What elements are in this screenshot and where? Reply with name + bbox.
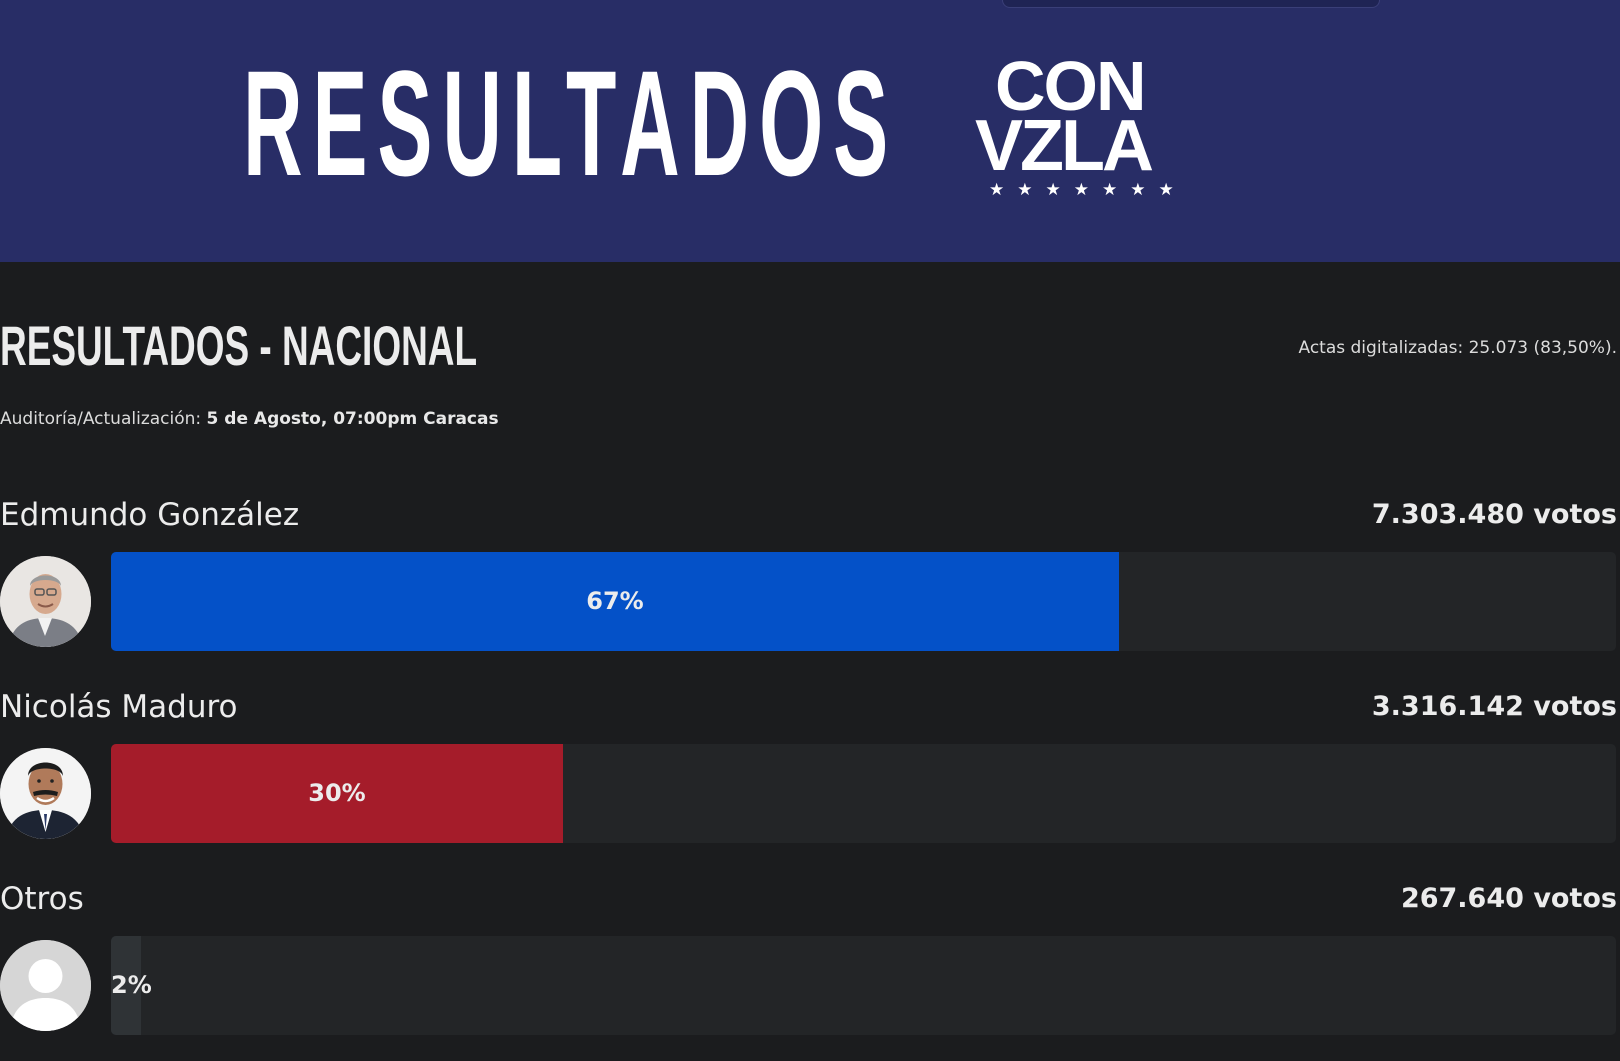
vote-bar-track: 30% xyxy=(111,744,1616,843)
vote-percent-label: 67% xyxy=(586,587,644,615)
con-vzla-logo: CON VZLA ★★★★★★★ xyxy=(975,51,1205,212)
logo-stars-icon: ★★★★★★★ xyxy=(989,180,1187,200)
default-user-icon xyxy=(0,940,91,1031)
candidate-votes: 3.316.142 votos xyxy=(1371,691,1617,722)
candidate-row: Nicolás Maduro 3.316.142 votos 30% xyxy=(0,689,1620,869)
vote-percent-label: 2% xyxy=(111,971,152,999)
banner-top-tab xyxy=(1002,0,1380,8)
audit-label: Auditoría/Actualización: xyxy=(0,409,207,429)
candidate-name: Nicolás Maduro xyxy=(0,689,238,725)
candidate-votes: 267.640 votos xyxy=(1400,883,1617,914)
candidate-photo-icon xyxy=(0,748,91,839)
candidate-name: Edmundo González xyxy=(0,497,300,533)
audit-value: 5 de Agosto, 07:00pm Caracas xyxy=(206,409,499,429)
candidate-avatar xyxy=(0,556,91,647)
candidate-name: Otros xyxy=(0,881,84,917)
vote-percent-label: 30% xyxy=(308,779,366,807)
logo-text-vzla: VZLA xyxy=(975,106,1154,186)
header-banner: RESULTADOS CON VZLA ★★★★★★★ xyxy=(0,0,1620,262)
candidate-row: Edmundo González 7.303.480 votos 67% xyxy=(0,497,1620,677)
audit-update-line: Auditoría/Actualización: 5 de Agosto, 07… xyxy=(0,409,499,429)
vote-bar-track: 67% xyxy=(111,552,1616,651)
banner-title: RESULTADOS xyxy=(243,39,899,207)
candidate-avatar xyxy=(0,748,91,839)
vote-bar-track: 2% xyxy=(111,936,1616,1035)
page-title: RESULTADOS - NACIONAL xyxy=(0,314,478,377)
candidate-avatar xyxy=(0,940,91,1031)
actas-status: Actas digitalizadas: 25.073 (83,50%). xyxy=(1298,338,1618,358)
candidate-votes: 7.303.480 votos xyxy=(1371,499,1617,530)
candidate-row: Otros 267.640 votos 2% xyxy=(0,881,1620,1061)
candidate-photo-icon xyxy=(0,556,91,647)
